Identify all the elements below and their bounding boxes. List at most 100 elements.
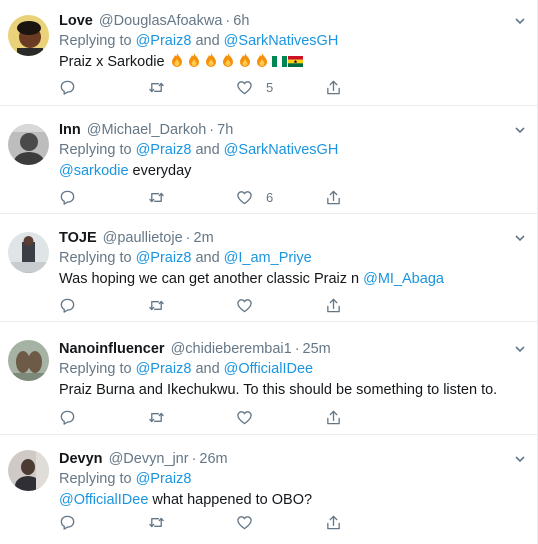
like-button[interactable] bbox=[236, 513, 253, 531]
mention-link[interactable]: @Praiz8 bbox=[136, 471, 192, 487]
avatar[interactable] bbox=[8, 232, 49, 273]
reply-button[interactable] bbox=[59, 78, 76, 96]
reply-button[interactable] bbox=[59, 188, 76, 206]
retweet-button[interactable] bbox=[148, 513, 165, 531]
share-icon bbox=[327, 515, 340, 529]
share-button[interactable] bbox=[325, 513, 342, 531]
retweet-button[interactable] bbox=[148, 296, 165, 314]
retweet-button[interactable] bbox=[148, 188, 165, 206]
reply-button[interactable] bbox=[59, 408, 76, 426]
fire-emoji-icon bbox=[186, 52, 202, 68]
tweet[interactable]: TOJE @paullietoje · 2m Replying to @Praiz8… bbox=[0, 214, 537, 322]
retweet-icon bbox=[149, 412, 164, 422]
like-button[interactable] bbox=[236, 296, 253, 314]
share-icon bbox=[327, 190, 340, 204]
retweet-button[interactable] bbox=[148, 408, 165, 426]
replying-to-line: Replying to @Praiz8 bbox=[59, 471, 192, 487]
like-count: 5 bbox=[266, 79, 274, 95]
share-button[interactable] bbox=[325, 296, 342, 314]
mention-link[interactable]: @SarkNativesGH bbox=[224, 142, 339, 158]
share-icon bbox=[327, 80, 340, 94]
user-handle[interactable]: @paullietoje bbox=[103, 230, 183, 246]
timestamp[interactable]: 25m bbox=[303, 341, 331, 357]
tweet-text: Praiz Burna and Ikechukwu. To this shoul… bbox=[59, 382, 498, 398]
mention-link[interactable]: @MI_Abaga bbox=[363, 271, 444, 287]
avatar[interactable] bbox=[8, 15, 49, 56]
mention-link[interactable]: @sarkodie bbox=[59, 163, 129, 179]
avatar[interactable] bbox=[8, 340, 49, 381]
tweet-actions: 6 bbox=[59, 188, 359, 206]
chevron-down-icon[interactable] bbox=[513, 342, 527, 356]
display-name[interactable]: Love bbox=[59, 13, 93, 29]
retweet-icon bbox=[149, 300, 164, 310]
chevron-down-icon[interactable] bbox=[513, 14, 527, 28]
timestamp[interactable]: 7h bbox=[217, 122, 233, 138]
separator-dot: · bbox=[209, 122, 215, 138]
mention-link[interactable]: @OfficialIDee bbox=[59, 492, 148, 508]
share-button[interactable] bbox=[325, 188, 342, 206]
tweet-actions: 5 bbox=[59, 78, 359, 96]
tweet-actions bbox=[59, 296, 359, 314]
share-button[interactable] bbox=[325, 408, 342, 426]
user-handle[interactable]: @chidieberembai1 bbox=[171, 341, 292, 357]
mention-link[interactable]: @Praiz8 bbox=[136, 250, 192, 266]
reply-button[interactable] bbox=[59, 296, 76, 314]
like-button[interactable]: 6 bbox=[236, 188, 273, 206]
mention-link[interactable]: @SarkNativesGH bbox=[224, 33, 339, 49]
retweet-button[interactable] bbox=[148, 78, 165, 96]
chevron-down-icon[interactable] bbox=[513, 452, 527, 466]
mention-link[interactable]: @Praiz8 bbox=[136, 142, 192, 158]
fire-emoji-icon bbox=[203, 52, 219, 68]
user-handle[interactable]: @Michael_Darkoh bbox=[87, 122, 207, 138]
replying-to-line: Replying to @Praiz8 and @SarkNativesGH bbox=[59, 33, 339, 49]
avatar[interactable] bbox=[8, 124, 49, 165]
like-count: 6 bbox=[266, 189, 274, 205]
chevron-down-icon[interactable] bbox=[513, 123, 527, 137]
heart-icon bbox=[237, 80, 252, 94]
nigeria-flag-icon bbox=[271, 53, 287, 67]
avatar[interactable] bbox=[8, 450, 49, 491]
chevron-down-icon[interactable] bbox=[513, 231, 527, 245]
mention-link[interactable]: @OfficialIDee bbox=[224, 361, 313, 377]
tweet-text: @OfficialIDee what happened to OBO? bbox=[59, 492, 313, 508]
fire-emoji-icon bbox=[169, 52, 185, 68]
mention-link[interactable]: @I_am_Priye bbox=[224, 250, 312, 266]
heart-icon bbox=[237, 298, 252, 312]
separator-dot: · bbox=[191, 451, 197, 467]
tweet-actions bbox=[59, 408, 359, 426]
reply-icon bbox=[60, 298, 75, 313]
tweet[interactable]: Inn @Michael_Darkoh · 7h Replying to @Prai… bbox=[0, 106, 537, 214]
tweet[interactable]: Devyn @Devyn_jnr · 26m Replying to @Praiz8… bbox=[0, 435, 537, 544]
tweet-text: Was hoping we can get another classic Pr… bbox=[59, 271, 444, 287]
separator-dot: · bbox=[294, 341, 300, 357]
share-button[interactable] bbox=[325, 78, 342, 96]
tweet[interactable]: Nanoinfluencer @chidieberembai1 · 25m Repl… bbox=[0, 322, 537, 435]
mention-link[interactable]: @Praiz8 bbox=[136, 361, 192, 377]
tweet-actions bbox=[59, 513, 359, 531]
reply-icon bbox=[60, 80, 75, 95]
display-name[interactable]: Inn bbox=[59, 122, 81, 138]
replying-to-line: Replying to @Praiz8 and @SarkNativesGH bbox=[59, 142, 339, 158]
user-handle[interactable]: @DouglasAfoakwa bbox=[99, 13, 223, 29]
display-name[interactable]: TOJE bbox=[59, 230, 97, 246]
timestamp[interactable]: 6h bbox=[233, 13, 249, 29]
reply-button[interactable] bbox=[59, 513, 76, 531]
mention-link[interactable]: @Praiz8 bbox=[136, 33, 192, 49]
ghana-flag-icon bbox=[287, 53, 303, 67]
reply-feed: Love @DouglasAfoakwa · 6h Replying to @Pra… bbox=[0, 0, 538, 544]
share-icon bbox=[327, 298, 340, 312]
display-name[interactable]: Devyn bbox=[59, 451, 103, 467]
user-handle[interactable]: @Devyn_jnr bbox=[109, 451, 189, 467]
timestamp[interactable]: 26m bbox=[199, 451, 227, 467]
like-button[interactable] bbox=[236, 408, 253, 426]
display-name[interactable]: Nanoinfluencer bbox=[59, 341, 165, 357]
like-button[interactable]: 5 bbox=[236, 78, 273, 96]
tweet[interactable]: Love @DouglasAfoakwa · 6h Replying to @Pra… bbox=[0, 0, 537, 106]
timestamp[interactable]: 2m bbox=[194, 230, 214, 246]
retweet-icon bbox=[149, 517, 164, 527]
retweet-icon bbox=[149, 82, 164, 92]
tweet-text: Praiz x Sarkodie bbox=[59, 52, 507, 72]
fire-emoji-icon bbox=[220, 52, 236, 68]
separator-dot: · bbox=[225, 13, 231, 29]
fire-emoji-icon bbox=[254, 52, 270, 68]
